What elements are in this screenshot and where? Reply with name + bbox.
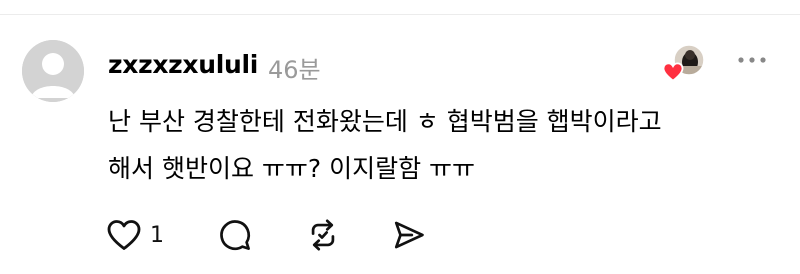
- reply-button[interactable]: [218, 212, 252, 258]
- heart-outline-icon: [107, 220, 141, 250]
- more-options-button[interactable]: [736, 52, 768, 68]
- top-divider: [0, 14, 800, 15]
- speech-bubble-icon: [220, 220, 250, 250]
- share-button[interactable]: [392, 212, 426, 258]
- username[interactable]: zxzxzxululi: [108, 50, 258, 79]
- like-count: 1: [150, 222, 164, 248]
- comment-line: 해서 햇반이요 ㅠㅠ? 이지랄함 ㅠㅠ: [108, 154, 476, 183]
- repost-arrows-icon: [311, 219, 335, 251]
- avatar[interactable]: [22, 40, 84, 102]
- repost-button[interactable]: [306, 212, 340, 258]
- timestamp: 46분: [268, 56, 321, 84]
- default-avatar-icon: [22, 40, 84, 102]
- like-button[interactable]: 1: [106, 212, 164, 258]
- comment-body: 난 부산 경찰한테 전화왔는데 ㅎ 협박범을 햅박이라고 해서 햇반이요 ㅠㅠ?…: [108, 98, 768, 192]
- action-bar: 1: [106, 212, 446, 258]
- heart-badge-icon: [662, 62, 684, 82]
- send-icon: [394, 221, 424, 249]
- liked-by-author-indicator[interactable]: [660, 42, 710, 84]
- more-dots-icon: [738, 57, 766, 63]
- comment-line: 난 부산 경찰한테 전화왔는데 ㅎ 협박범을 햅박이라고: [108, 107, 662, 136]
